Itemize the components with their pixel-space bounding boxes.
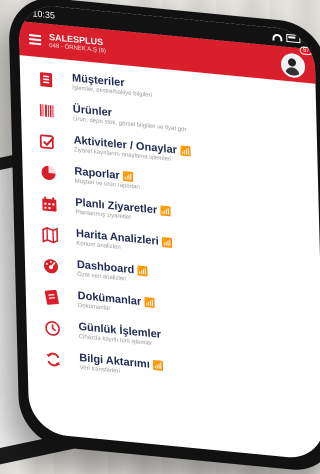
wifi-icon: 📶 [137, 265, 149, 277]
map-icon [42, 226, 59, 244]
battery-icon [286, 33, 301, 44]
phone-frame: 10:35 SALESPLUS 048 - ÖRNEK A.Ş (9) 57 M… [8, 0, 320, 474]
hamburger-menu-icon[interactable] [28, 34, 42, 46]
avatar[interactable] [280, 52, 306, 79]
wifi-icon: 📶 [144, 296, 156, 308]
wifi-icon: 📶 [160, 205, 172, 217]
main-menu: Müşteriler İşlemler, ekstre/bakiye bilgi… [20, 55, 320, 400]
pie-chart-icon [40, 164, 56, 182]
sync-icon [45, 350, 61, 368]
wifi-icon: 📶 [179, 145, 192, 157]
calendar-icon [41, 195, 57, 213]
barcode-icon [39, 102, 55, 120]
wifi-icon: 📶 [122, 170, 135, 182]
checkbox-icon [39, 133, 56, 151]
clock-icon [44, 319, 60, 337]
document-icon [44, 288, 60, 306]
wifi-icon: 📶 [152, 359, 165, 371]
speedometer-icon [43, 257, 59, 275]
status-time: 10:35 [32, 8, 56, 21]
wifi-icon: 📶 [161, 236, 174, 248]
wifi-status-icon [272, 33, 283, 42]
notification-badge: 57 [299, 46, 313, 56]
file-text-icon [38, 70, 54, 88]
phone-screen: 10:35 SALESPLUS 048 - ÖRNEK A.Ş (9) 57 M… [18, 2, 320, 461]
